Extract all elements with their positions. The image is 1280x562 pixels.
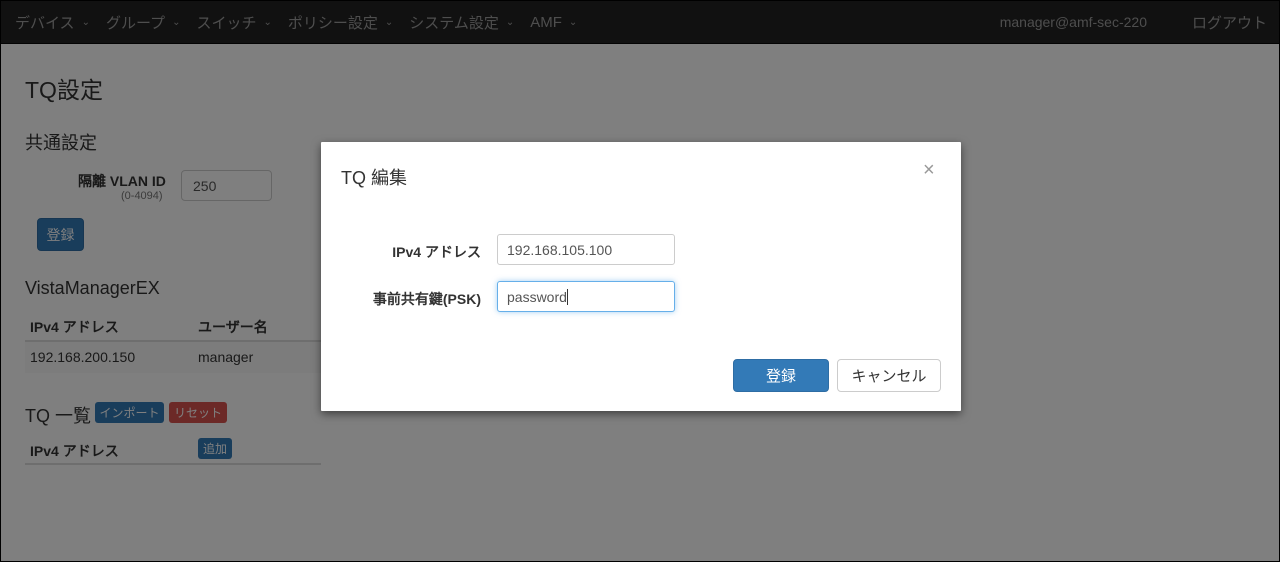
- dialog-cancel-button[interactable]: キャンセル: [837, 359, 941, 392]
- tq-edit-dialog: TQ 編集 × IPv4 アドレス 192.168.105.100 事前共有鍵(…: [321, 142, 961, 411]
- text-cursor: [566, 288, 568, 305]
- ip-address-input[interactable]: 192.168.105.100: [497, 234, 675, 265]
- ip-label: IPv4 アドレス: [392, 244, 481, 260]
- app-window: デバイス ⌄ グループ ⌄ スイッチ ⌄ ポリシー設定 ⌄ システム設定 ⌄ A…: [0, 0, 1280, 562]
- ip-address-value: 192.168.105.100: [507, 241, 613, 258]
- psk-input[interactable]: password: [497, 281, 675, 312]
- dialog-title: TQ 編集: [341, 168, 407, 188]
- dialog-register-button[interactable]: 登録: [733, 359, 829, 392]
- psk-label: 事前共有鍵(PSK): [372, 291, 481, 307]
- psk-value: password: [507, 288, 567, 305]
- close-icon[interactable]: ×: [923, 160, 935, 180]
